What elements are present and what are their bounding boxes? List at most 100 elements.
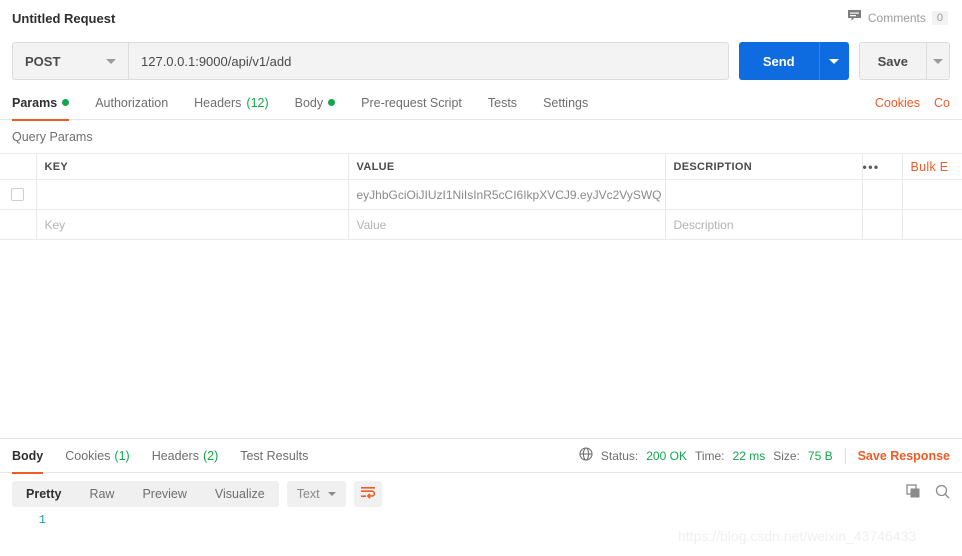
tab-pre-request-script[interactable]: Pre-request Script [361, 86, 462, 120]
row-key-cell[interactable] [35, 179, 349, 210]
search-icon[interactable] [935, 484, 950, 504]
table-row[interactable]: Key Value Description [0, 209, 962, 240]
row-key-placeholder[interactable]: Key [35, 209, 349, 240]
response-status-meta: Status: 200 OK Time: 22 ms Size: 75 B Sa… [579, 447, 950, 464]
tab-settings[interactable]: Settings [543, 86, 588, 120]
code-link[interactable]: Co [934, 96, 950, 110]
query-params-title: Query Params [12, 130, 93, 144]
tab-headers[interactable]: Headers (12) [194, 86, 268, 120]
row-actions-cell[interactable] [861, 179, 903, 210]
table-header-value: VALUE [347, 153, 666, 180]
tab-pre-request-script-label: Pre-request Script [361, 95, 462, 110]
response-tab-test-results[interactable]: Test Results [240, 439, 308, 473]
response-pane: Body Cookies (1) Headers (2) Test Result… [0, 438, 962, 527]
copy-icon[interactable] [906, 484, 921, 504]
page-title: Untitled Request [12, 10, 116, 26]
row-bulk-cell [901, 179, 962, 210]
http-method-select[interactable]: POST [12, 42, 128, 80]
table-header-key: KEY [35, 153, 349, 180]
response-tab-bar: Body Cookies (1) Headers (2) Test Result… [0, 439, 962, 474]
row-description-cell[interactable] [664, 179, 863, 210]
code-line: 1 [0, 513, 962, 527]
url-input[interactable]: 127.0.0.1:9000/api/v1/add [128, 42, 729, 80]
tab-headers-label: Headers [194, 95, 242, 110]
status-label: Status: [600, 448, 639, 463]
comments-label[interactable]: Comments [868, 11, 926, 25]
response-viewer-toolbar: Pretty Raw Preview Visualize Text [0, 473, 962, 507]
save-button[interactable]: Save [858, 42, 926, 80]
row-checkbox[interactable] [11, 188, 25, 201]
comments-count-badge: 0 [931, 11, 948, 25]
modified-dot-icon [328, 99, 336, 106]
tab-body[interactable]: Body [295, 86, 336, 120]
view-mode-preview[interactable]: Preview [128, 481, 200, 507]
response-body-code[interactable]: 1 [0, 507, 962, 527]
row-description-placeholder[interactable]: Description [664, 209, 863, 240]
view-mode-raw[interactable]: Raw [75, 481, 128, 507]
modified-dot-icon [62, 99, 70, 106]
save-response-button[interactable]: Save Response [858, 449, 950, 463]
cookies-link[interactable]: Cookies [875, 96, 920, 110]
response-tab-body-label: Body [12, 448, 44, 463]
time-value: 22 ms [732, 448, 766, 463]
bulk-edit-label: Bulk E [910, 159, 949, 174]
bulk-edit-button[interactable]: Bulk E [901, 153, 962, 180]
row-bulk-cell [901, 209, 962, 240]
size-label: Size: [773, 448, 800, 463]
postman-request-window: Untitled Request Comments 0 POST 127.0.0… [0, 0, 962, 556]
line-number: 1 [38, 513, 46, 527]
response-tab-headers-label: Headers [151, 448, 199, 463]
word-wrap-button[interactable] [353, 481, 382, 507]
response-tab-cookies-count: (1) [114, 448, 130, 463]
word-wrap-icon [360, 485, 376, 504]
row-checkbox-cell [0, 179, 37, 210]
view-mode-visualize[interactable]: Visualize [201, 481, 279, 507]
tab-tests[interactable]: Tests [488, 86, 517, 120]
table-actions-menu-button[interactable]: ••• [861, 153, 903, 180]
table-header-checkbox [0, 153, 37, 180]
response-tab-test-results-label: Test Results [240, 448, 309, 463]
chevron-down-icon [933, 58, 943, 64]
tab-headers-count: (12) [246, 95, 269, 110]
response-format-select[interactable]: Text [286, 481, 346, 507]
query-params-table: KEY VALUE DESCRIPTION ••• Bulk E eyJhbGc… [0, 153, 962, 240]
request-tabs-right-links: Cookies Co [875, 96, 950, 110]
response-tab-cookies[interactable]: Cookies (1) [65, 439, 129, 473]
tab-params[interactable]: Params [12, 86, 70, 121]
chevron-down-icon [327, 492, 336, 496]
send-button[interactable]: Send [738, 42, 819, 80]
url-text: 127.0.0.1:9000/api/v1/add [141, 53, 292, 69]
tab-authorization[interactable]: Authorization [95, 86, 168, 120]
size-value: 75 B [807, 448, 833, 463]
row-value-placeholder[interactable]: Value [347, 209, 666, 240]
save-options-button[interactable] [926, 42, 950, 80]
url-bar: POST 127.0.0.1:9000/api/v1/add Send Save [0, 36, 962, 86]
response-tab-headers[interactable]: Headers (2) [152, 439, 219, 473]
row-value-cell[interactable]: eyJhbGciOiJIUzI1NiIsInR5cCI6IkpXVCJ9.eyJ… [347, 179, 666, 210]
request-header: Untitled Request Comments 0 [0, 0, 962, 36]
response-tab-cookies-label: Cookies [65, 448, 111, 463]
request-tab-bar: Params Authorization Headers (12) Body P… [0, 86, 962, 121]
row-actions-cell[interactable] [861, 209, 903, 240]
send-options-button[interactable] [818, 42, 849, 80]
more-options-icon: ••• [862, 159, 880, 174]
tab-params-label: Params [12, 95, 58, 110]
response-view-mode-group: Pretty Raw Preview Visualize [12, 481, 279, 507]
response-tab-body[interactable]: Body [12, 439, 44, 474]
time-label: Time: [694, 448, 725, 463]
response-format-label: Text [296, 487, 320, 501]
view-mode-pretty[interactable]: Pretty [12, 481, 75, 507]
globe-icon [579, 447, 593, 464]
row-checkbox-cell [0, 209, 37, 240]
comment-bubble-icon[interactable] [847, 9, 862, 27]
response-viewer-right-actions [906, 484, 950, 504]
watermark: https://blog.csdn.net/weixin_43746433 [678, 528, 917, 544]
http-method-label: POST [25, 53, 61, 69]
header-right-group: Comments 0 [847, 9, 950, 27]
tab-settings-label: Settings [543, 95, 589, 110]
send-button-group: Send [738, 42, 849, 80]
chevron-down-icon [106, 58, 116, 64]
table-header-description: DESCRIPTION [664, 153, 863, 180]
divider [844, 447, 846, 464]
table-row[interactable]: eyJhbGciOiJIUzI1NiIsInR5cCI6IkpXVCJ9.eyJ… [0, 179, 962, 210]
